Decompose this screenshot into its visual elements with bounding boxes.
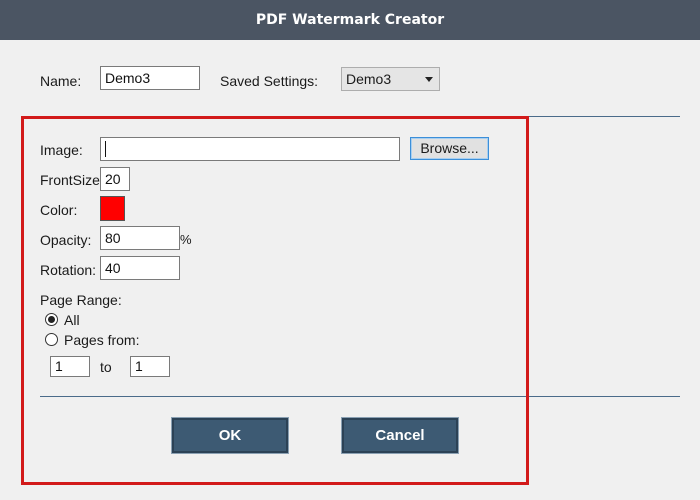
- name-input[interactable]: Demo3: [100, 66, 200, 90]
- title-bar: PDF Watermark Creator: [0, 0, 700, 40]
- name-label: Name:: [40, 73, 82, 89]
- saved-settings-dropdown[interactable]: Demo3: [341, 67, 440, 91]
- saved-settings-label: Saved Settings:: [220, 73, 319, 89]
- chevron-down-icon: [425, 77, 433, 82]
- highlight-box: [21, 116, 529, 485]
- saved-settings-value: Demo3: [346, 71, 392, 87]
- window-title: PDF Watermark Creator: [255, 12, 445, 28]
